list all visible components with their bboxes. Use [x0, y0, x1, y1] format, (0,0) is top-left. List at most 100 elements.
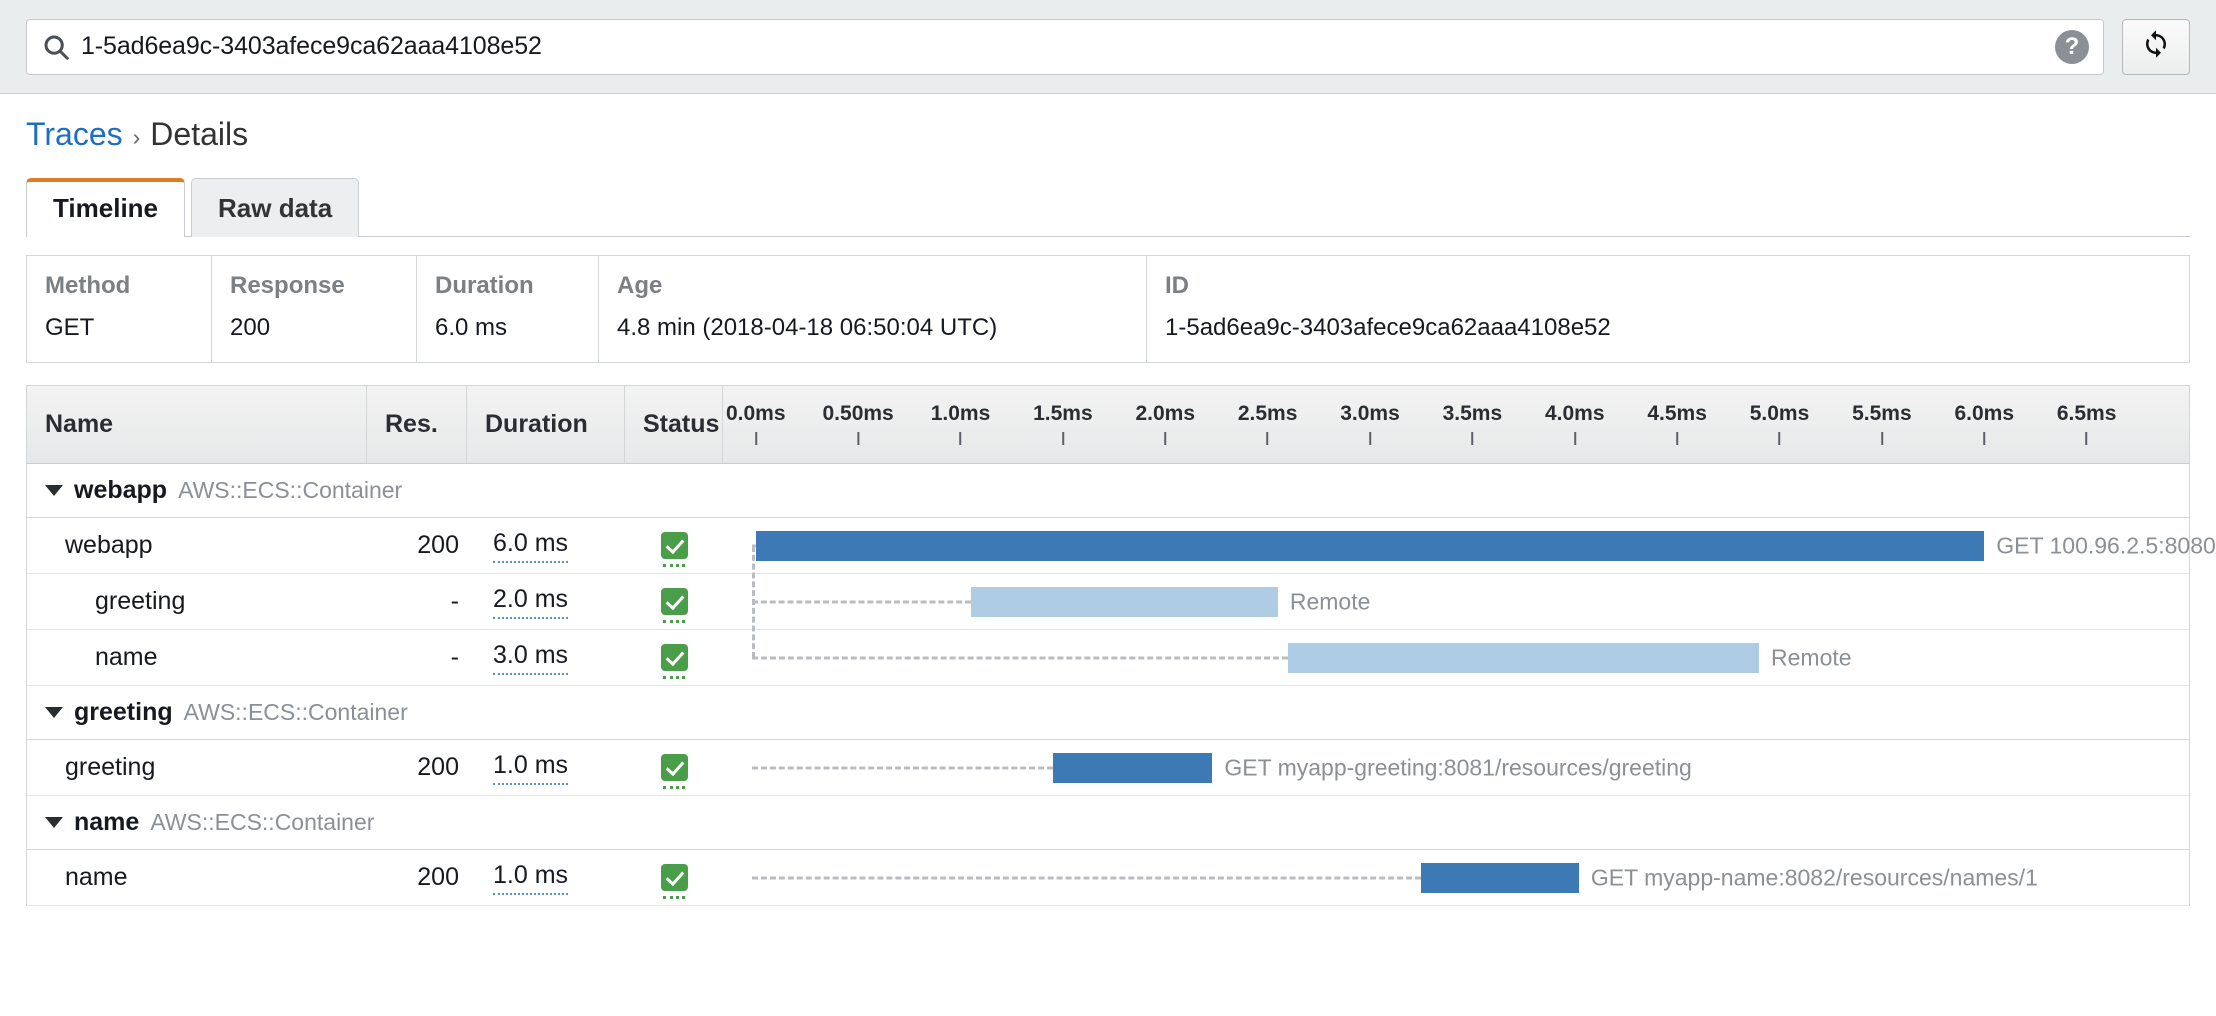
help-icon[interactable]: ? — [2055, 29, 2089, 64]
summary-cell-method: Method GET — [27, 256, 212, 362]
summary-header-method: Method — [45, 272, 131, 299]
table-row[interactable]: greeting - 2.0 ms Remote — [27, 574, 2189, 630]
column-header-duration[interactable]: Duration — [467, 386, 625, 463]
timeline-bar[interactable] — [755, 530, 1985, 561]
axis-tick-mark — [754, 432, 757, 445]
axis-tick-label: 0.0ms — [725, 402, 786, 425]
segment-group-header[interactable]: name AWS::ECS::Container — [27, 796, 2189, 850]
axis-tick-mark — [1368, 432, 1371, 445]
column-header-status[interactable]: Status — [625, 386, 723, 463]
segment-group-type: AWS::ECS::Container — [183, 699, 408, 725]
timeline-bar[interactable] — [970, 586, 1278, 617]
row-timeline-cell: GET myapp-name:8082/resources/names/1 — [723, 850, 2189, 905]
search-box[interactable]: ? — [26, 18, 2104, 75]
axis-tick: 4.0ms — [1545, 386, 1605, 445]
summary-value-method: GET — [45, 314, 95, 341]
timeline-bar[interactable] — [1288, 642, 1759, 673]
timeline-header-row: Name Res. Duration Status 0.0ms 0.50ms 1.0… — [27, 386, 2189, 464]
row-duration-value[interactable]: 2.0 ms — [493, 585, 569, 619]
axis-tick-label: 4.0ms — [1544, 402, 1605, 425]
axis-tick: 5.0ms — [1750, 386, 1809, 445]
table-row[interactable]: name - 3.0 ms Remote — [27, 630, 2189, 686]
timeline-bar[interactable] — [1052, 752, 1213, 783]
status-ok-icon — [660, 532, 688, 567]
axis-tick-label: 3.5ms — [1442, 402, 1503, 425]
row-duration: 3.0 ms — [467, 630, 625, 685]
segment-group-name: greeting — [74, 698, 173, 726]
segment-group-header[interactable]: webapp AWS::ECS::Container — [27, 464, 2189, 518]
axis-tick: 0.50ms — [823, 386, 894, 445]
axis-tick: 2.0ms — [1135, 386, 1195, 445]
axis-tick-label: 4.5ms — [1647, 402, 1707, 425]
segment-group-type: AWS::ECS::Container — [150, 809, 375, 835]
summary-header-duration: Duration — [435, 272, 534, 299]
timeline-axis: 0.0ms 0.50ms 1.0ms 1.5ms 2.0ms 2.5ms 3.0ms 3.5m… — [723, 386, 2189, 463]
timeline-leader-line — [751, 656, 1289, 659]
axis-tick-mark — [1061, 432, 1064, 445]
axis-tick-label: 6.0ms — [1954, 402, 2015, 425]
axis-tick: 3.5ms — [1442, 386, 1503, 445]
timeline-bar-label: GET 100.96.2.5:8080/ — [1996, 532, 2216, 558]
row-duration: 1.0 ms — [467, 850, 625, 905]
axis-tick-label: 5.5ms — [1852, 402, 1912, 425]
row-duration: 2.0 ms — [467, 574, 625, 629]
summary-value-id: 1-5ad6ea9c-3403afece9ca62aaa4108e52 — [1165, 314, 1611, 341]
tab-timeline[interactable]: Timeline — [26, 178, 186, 237]
refresh-icon — [2141, 29, 2171, 64]
timeline-bar-label: Remote — [1771, 644, 1852, 670]
timeline-bar-label: Remote — [1289, 588, 1371, 614]
axis-tick-mark — [1778, 432, 1781, 445]
axis-tick-mark — [1880, 432, 1883, 445]
timeline-leader-line — [751, 876, 1422, 879]
axis-tick: 3.0ms — [1340, 386, 1400, 445]
row-timeline-cell: GET myapp-greeting:8081/resources/greeti… — [723, 740, 2189, 795]
row-duration: 6.0 ms — [467, 518, 625, 573]
timeline-bar-label: GET myapp-greeting:8081/resources/greeti… — [1224, 754, 1692, 780]
row-timeline-cell: Remote — [723, 630, 2189, 685]
row-status — [625, 630, 723, 685]
timeline-bar-label: GET myapp-name:8082/resources/names/1 — [1590, 864, 2038, 890]
status-ok-icon — [660, 864, 688, 899]
chevron-down-icon[interactable] — [45, 485, 63, 496]
axis-tick-label: 2.0ms — [1135, 402, 1196, 425]
table-row[interactable]: greeting 200 1.0 ms GET myapp-greeting:8081… — [27, 740, 2189, 796]
axis-tick-mark — [1266, 432, 1269, 445]
search-icon — [41, 32, 71, 62]
axis-tick: 1.5ms — [1033, 386, 1093, 445]
row-timeline-cell: Remote — [723, 574, 2189, 629]
summary-value-duration: 6.0 ms — [435, 314, 508, 341]
row-response: - — [450, 643, 459, 671]
row-duration-value[interactable]: 6.0 ms — [493, 529, 569, 563]
row-duration-value[interactable]: 1.0 ms — [493, 861, 569, 895]
segment-group-header[interactable]: greeting AWS::ECS::Container — [27, 686, 2189, 740]
axis-tick-mark — [1676, 432, 1679, 445]
axis-tick: 1.0ms — [930, 386, 991, 445]
tab-bar: Timeline Raw data — [26, 177, 2216, 237]
search-input[interactable] — [71, 31, 2047, 62]
summary-header-age: Age — [617, 272, 663, 299]
row-status — [625, 574, 723, 629]
row-name: name — [65, 863, 128, 891]
table-row[interactable]: webapp 200 6.0 ms GET 100.96.2.5:8080/ — [27, 518, 2216, 658]
summary-value-age: 4.8 min (2018-04-18 06:50:04 UTC) — [617, 314, 998, 341]
column-header-response[interactable]: Res. — [367, 386, 467, 463]
row-duration: 1.0 ms — [467, 740, 625, 795]
row-duration-value[interactable]: 1.0 ms — [493, 751, 569, 785]
table-row[interactable]: name 200 1.0 ms GET myapp-name:8082/resourc… — [27, 850, 2189, 906]
breadcrumb-traces-link[interactable]: Traces — [26, 116, 123, 153]
tab-raw-data[interactable]: Raw data — [191, 178, 360, 237]
timeline-bar[interactable] — [1421, 862, 1579, 893]
column-header-name[interactable]: Name — [27, 386, 367, 463]
timeline-body: webapp AWS::ECS::Container webapp 200 6.0 ms… — [27, 464, 2216, 906]
row-response: 200 — [417, 753, 459, 781]
summary-cell-id: ID 1-5ad6ea9c-3403afece9ca62aaa4108e52 — [1147, 256, 2189, 362]
row-status — [625, 850, 723, 905]
refresh-button[interactable] — [2122, 18, 2190, 75]
axis-tick-label: 1.0ms — [930, 402, 991, 425]
trace-summary-table: Method GET Response 200 Duration 6.0 ms … — [26, 255, 2190, 363]
row-duration-value[interactable]: 3.0 ms — [493, 641, 569, 675]
chevron-down-icon[interactable] — [45, 817, 63, 828]
axis-tick-mark — [857, 432, 860, 445]
timeline-leader-line — [751, 766, 1053, 769]
chevron-down-icon[interactable] — [45, 707, 63, 718]
